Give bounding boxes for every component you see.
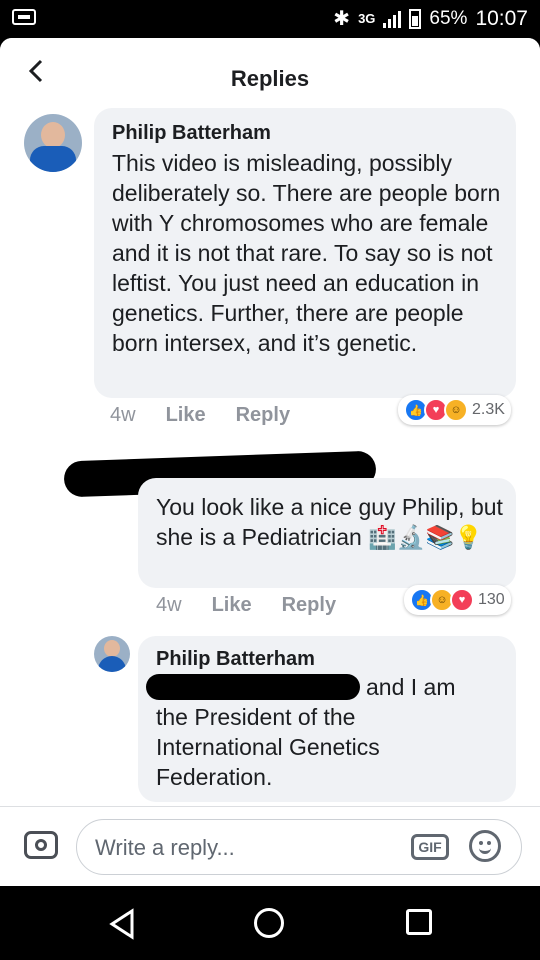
reaction-count: 2.3K bbox=[472, 401, 505, 418]
haha-reaction-icon: ☺ bbox=[444, 398, 468, 422]
like-button[interactable]: Like bbox=[166, 404, 206, 427]
battery-percent: 65% bbox=[429, 7, 468, 29]
comment-emoji: 🏥🔬📚💡 bbox=[368, 524, 483, 550]
battery-icon bbox=[409, 8, 422, 29]
notification-icon bbox=[12, 9, 36, 25]
nav-recents-icon[interactable] bbox=[406, 909, 432, 935]
reply-input-container[interactable]: GIF bbox=[76, 819, 522, 875]
reply-composer: GIF bbox=[0, 806, 540, 886]
comment-text: This video is misleading, possibly delib… bbox=[112, 150, 501, 356]
page-title: Replies bbox=[230, 66, 310, 91]
comment-actions: 4w Like Reply bbox=[110, 404, 290, 427]
clock: 10:07 bbox=[475, 6, 528, 30]
comment-actions: 4w Like Reply bbox=[156, 594, 336, 617]
avatar[interactable] bbox=[94, 636, 130, 672]
comment-text: You look like a nice guy Philip, but she… bbox=[156, 492, 506, 552]
comment-text: the President of the International Genet… bbox=[156, 704, 380, 790]
emoji-icon[interactable] bbox=[469, 830, 501, 862]
reaction-count: 130 bbox=[478, 591, 505, 608]
comment-bubble: You look like a nice guy Philip, but she… bbox=[138, 478, 516, 588]
signal-icon bbox=[383, 10, 402, 28]
comment-time: 4w bbox=[156, 594, 182, 616]
reply-button[interactable]: Reply bbox=[236, 404, 290, 427]
status-icons: ✱ 3G 65% 10:07 bbox=[333, 6, 528, 31]
nav-back-icon[interactable] bbox=[108, 908, 136, 940]
comment-author[interactable]: Philip Batterham bbox=[156, 648, 315, 671]
like-button[interactable]: Like bbox=[212, 594, 252, 617]
comment-bubble: Philip Batterham This video is misleadin… bbox=[94, 108, 516, 398]
comment-bubble: Philip Batterham and I am the President … bbox=[138, 636, 516, 802]
bluetooth-icon: ✱ bbox=[333, 8, 351, 30]
comment-time: 4w bbox=[110, 404, 136, 426]
nav-home-icon[interactable] bbox=[254, 908, 284, 938]
reply-button[interactable]: Reply bbox=[282, 594, 336, 617]
network-type: 3G bbox=[358, 10, 376, 26]
redaction-mark bbox=[146, 674, 360, 700]
header: Replies bbox=[0, 38, 540, 110]
comment-text-after-redaction: and I am bbox=[366, 674, 456, 700]
comment-author[interactable]: Philip Batterham bbox=[112, 122, 271, 145]
status-bar: ✱ 3G 65% 10:07 bbox=[0, 0, 540, 38]
avatar[interactable] bbox=[24, 114, 82, 172]
reply-input[interactable] bbox=[93, 830, 397, 866]
gif-icon[interactable]: GIF bbox=[411, 834, 449, 860]
replies-screen: Replies Philip Batterham This video is m… bbox=[0, 38, 540, 886]
camera-icon[interactable] bbox=[24, 831, 58, 859]
android-nav-bar bbox=[0, 886, 540, 960]
reaction-summary[interactable]: 👍 ♥ ☺ 2.3K bbox=[398, 395, 511, 425]
love-reaction-icon: ♥ bbox=[450, 588, 474, 612]
reaction-summary[interactable]: 👍 ☺ ♥ 130 bbox=[404, 585, 511, 615]
